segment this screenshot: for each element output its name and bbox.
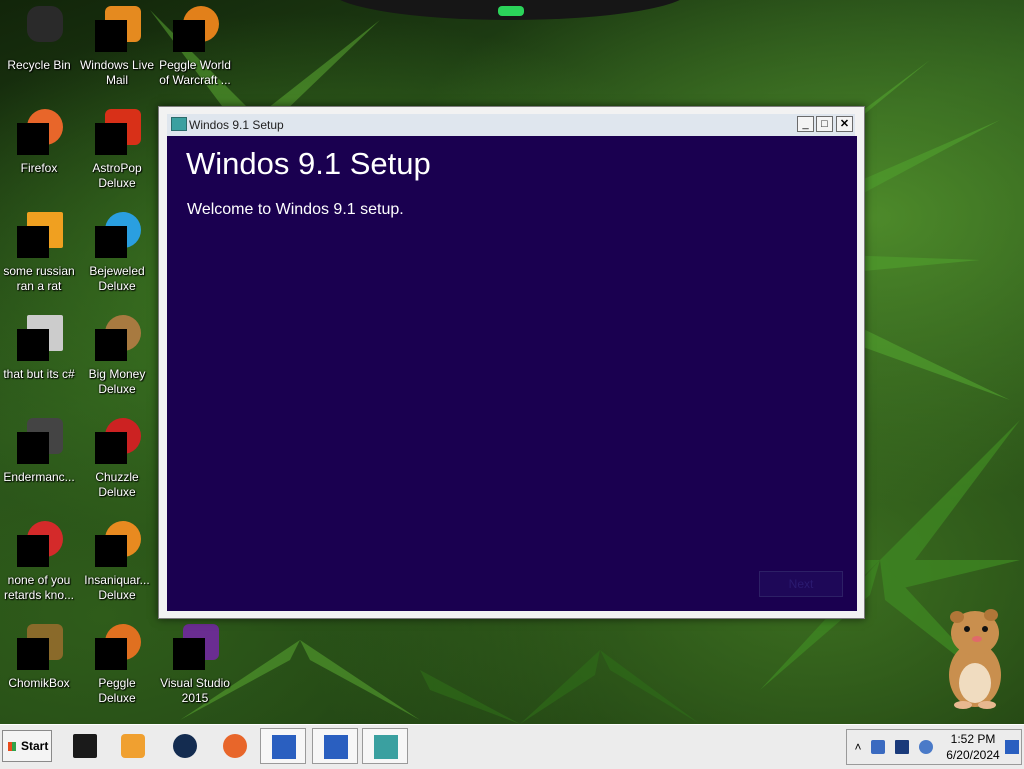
desktop-icon-label: AstroPop Deluxe (92, 161, 142, 190)
setup-icon (374, 735, 398, 759)
maximize-button[interactable]: □ (816, 116, 833, 132)
volume-icon[interactable] (919, 740, 933, 754)
globe-icon (173, 734, 197, 758)
chuzzle-icon (93, 418, 141, 466)
welcome-text: Welcome to Windos 9.1 setup. (187, 201, 404, 218)
desktop-icon-label: Windows Live Mail (79, 58, 155, 87)
taskbar-item-setup[interactable] (362, 728, 408, 764)
desktop-icon-chomikbox[interactable]: ChomikBox (0, 624, 78, 691)
media-icon (15, 521, 63, 569)
peggle-deluxe-icon (93, 624, 141, 672)
bejeweled-icon (93, 212, 141, 260)
desktop-icon-big-money-deluxe[interactable]: Big Money Deluxe (78, 315, 156, 397)
desktop-icon-bejeweled-deluxe[interactable]: Bejeweled Deluxe (78, 212, 156, 294)
desktop-icon-label: Big Money Deluxe (88, 367, 146, 396)
desktop-icon-recycle-bin[interactable]: Recycle Bin (0, 6, 78, 73)
minimize-button[interactable]: _ (797, 116, 814, 132)
taskbar-item-checklist-2[interactable] (312, 728, 358, 764)
show-hidden-icons-button[interactable]: ˄ (851, 740, 865, 754)
firefox-icon (15, 109, 63, 157)
desktop-icon-endermanc[interactable]: Endermanc... (0, 418, 78, 485)
window-title: Windos 9.1 Setup (189, 118, 284, 132)
desktop-icon-insaniquarium-deluxe[interactable]: Insaniquar... Deluxe (78, 521, 156, 603)
start-button[interactable]: Start (2, 730, 52, 762)
setup-heading: Windos 9.1 Setup (186, 146, 431, 181)
taskbar-item-media-player[interactable] (110, 728, 156, 764)
checklist-warning-icon (324, 735, 348, 759)
recycle-bin-icon (15, 6, 63, 54)
taskbar-item-globe[interactable] (162, 728, 208, 764)
desktop-icon-peggle-world-of-warcraft[interactable]: Peggle World of Warcraft ... (156, 6, 234, 88)
file-icon (15, 212, 63, 260)
start-label: Start (21, 739, 49, 753)
desktop-icon-some-russian-ran-a-rat[interactable]: some russian ran a rat (0, 212, 78, 294)
taskbar-item-terminal[interactable] (62, 728, 108, 764)
desktop-icon-label: some russian ran a rat (3, 264, 75, 293)
setup-app-icon (171, 117, 187, 131)
desktop-icon-astropop-deluxe[interactable]: AstroPop Deluxe (78, 109, 156, 191)
money-bag-icon (93, 315, 141, 363)
desktop-icon-label: Visual Studio 2015 (160, 676, 230, 705)
desktop-icon-label: Endermanc... (3, 470, 75, 484)
clock-date[interactable]: 6/20/2024 (943, 748, 1003, 762)
windows-logo-icon (8, 742, 16, 751)
desktop-icon-chuzzle-deluxe[interactable]: Chuzzle Deluxe (78, 418, 156, 500)
desktop-icon-peggle-deluxe[interactable]: Peggle Deluxe (78, 624, 156, 706)
chomikbox-icon (15, 624, 63, 672)
desktop-icon-label: Peggle Deluxe (98, 676, 136, 705)
fish-icon (93, 521, 141, 569)
next-button[interactable]: Next (759, 571, 843, 597)
desktop-icon-label: Bejeweled Deluxe (89, 264, 145, 293)
media-player-icon (121, 734, 145, 758)
close-button[interactable]: ✕ (836, 116, 853, 132)
desktop-icon-label: Recycle Bin (7, 58, 71, 72)
taskbar-item-checklist-1[interactable] (260, 728, 306, 764)
system-tray: ˄ 1:52 PM 6/20/2024 (846, 729, 1022, 765)
desktop-icon-label: Firefox (20, 161, 58, 175)
window-stack-icon (15, 315, 63, 363)
setup-window[interactable]: Windos 9.1 Setup _ □ ✕ Windos 9.1 Setup … (158, 106, 865, 619)
astropop-icon (93, 109, 141, 157)
desktop-icon-label: Peggle World of Warcraft ... (159, 58, 231, 87)
action-center-icon[interactable] (1005, 740, 1019, 754)
desktop-icon-firefox[interactable]: Firefox (0, 109, 78, 176)
desktop-icon-visual-studio-2015[interactable]: Visual Studio 2015 (156, 624, 234, 706)
firefox-icon (223, 734, 247, 758)
desktop-icon-windows-live-mail[interactable]: Windows Live Mail (78, 6, 156, 88)
desktop-icon-label: none of you retards kno... (3, 573, 75, 602)
hamster-mascot (949, 609, 1001, 709)
visual-studio-icon (171, 624, 219, 672)
clock-time[interactable]: 1:52 PM (947, 732, 999, 746)
mail-icon (93, 6, 141, 54)
display-icon[interactable] (895, 740, 909, 754)
desktop-icon-that-but-its-csharp[interactable]: that but its c# (0, 315, 78, 382)
peggle-icon (171, 6, 219, 54)
desktop-icon-label: that but its c# (3, 367, 75, 381)
taskbar-item-firefox[interactable] (212, 728, 258, 764)
desktop-icon-none-of-you-retards-kno[interactable]: none of you retards kno... (0, 521, 78, 603)
setup-content: Windos 9.1 Setup Welcome to Windos 9.1 s… (167, 136, 857, 611)
app-icon (15, 418, 63, 466)
checklist-warning-icon (272, 735, 296, 759)
desktop-icon-label: ChomikBox (8, 676, 70, 690)
taskbar: Start ˄ 1:52 PM 6/20/2024 (0, 724, 1024, 769)
desktop-icon-label: Insaniquar... Deluxe (84, 573, 150, 602)
window-titlebar[interactable]: Windos 9.1 Setup _ □ ✕ (167, 114, 855, 136)
desktop-icon-label: Chuzzle Deluxe (95, 470, 139, 499)
network-icon[interactable] (871, 740, 885, 754)
terminal-icon (73, 734, 97, 758)
